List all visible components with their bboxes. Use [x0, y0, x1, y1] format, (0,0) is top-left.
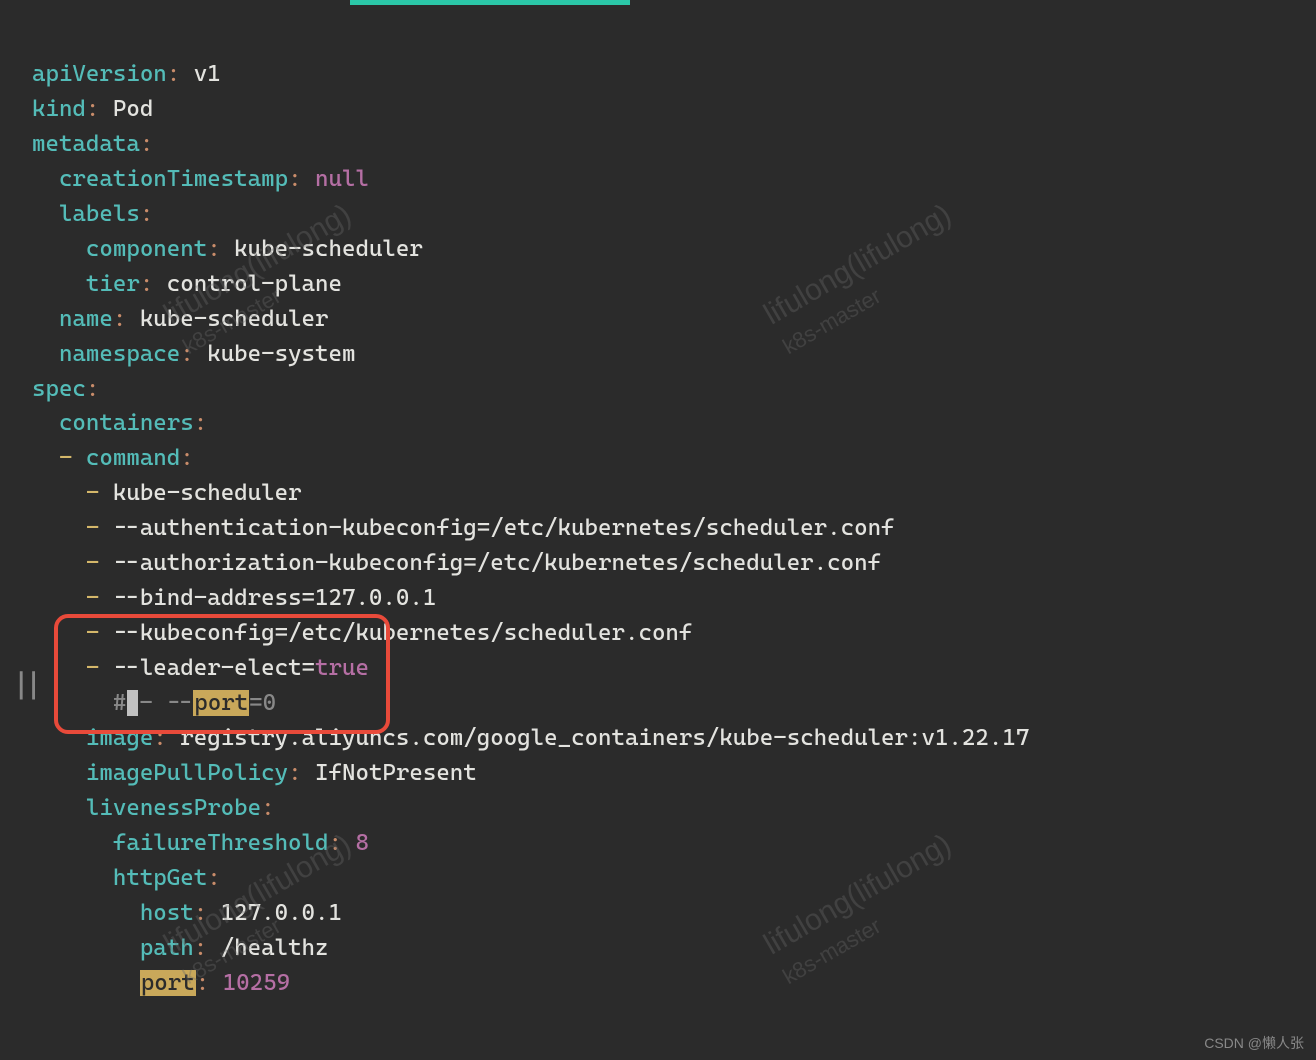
yaml-key: metadata: [32, 131, 140, 157]
search-highlight: port: [140, 970, 196, 996]
code-editor[interactable]: apiVersion: v1 kind: Pod metadata: creat…: [32, 22, 1029, 1001]
yaml-key: apiVersion: [32, 61, 167, 87]
yaml-value: --bind-address=127.0.0.1: [113, 585, 436, 611]
yaml-key: component: [86, 236, 207, 262]
yaml-value: kube-scheduler: [234, 236, 423, 262]
yaml-key: httpGet: [113, 865, 207, 891]
yaml-key: creationTimestamp: [59, 166, 288, 192]
yaml-value: --leader-elect=: [113, 655, 315, 681]
yaml-dash: -: [59, 445, 72, 471]
yaml-key: tier: [86, 271, 140, 297]
yaml-key: namespace: [59, 341, 180, 367]
yaml-key: kind: [32, 96, 86, 122]
yaml-value: --kubeconfig=/etc/kubernetes/scheduler.c…: [113, 620, 693, 646]
yaml-number: 10259: [223, 970, 290, 996]
yaml-value: kube-scheduler: [140, 306, 329, 332]
attribution-text: CSDN @懒人张: [1204, 1033, 1304, 1054]
yaml-value: 127.0.0.1: [221, 900, 342, 926]
yaml-key: path: [140, 935, 194, 961]
yaml-bool: true: [315, 655, 369, 681]
yaml-value: control-plane: [167, 271, 342, 297]
yaml-value: --authentication-kubeconfig=/etc/kuberne…: [113, 515, 895, 541]
yaml-key: spec: [32, 376, 86, 402]
yaml-value: registry.aliyuncs.com/google_containers/…: [180, 725, 1029, 751]
yaml-value: Pod: [113, 96, 153, 122]
yaml-key: host: [140, 900, 194, 926]
yaml-key: containers: [59, 410, 194, 436]
yaml-key: livenessProbe: [86, 795, 261, 821]
yaml-dash: -: [86, 620, 99, 646]
yaml-key: failureThreshold: [113, 830, 329, 856]
yaml-key: command: [86, 445, 180, 471]
yaml-key: labels: [59, 201, 140, 227]
yaml-key: name: [59, 306, 113, 332]
yaml-dash: -: [86, 550, 99, 576]
yaml-value: kube-system: [207, 341, 355, 367]
yaml-value: kube-scheduler: [113, 480, 302, 506]
yaml-value: --authorization-kubeconfig=/etc/kubernet…: [113, 550, 881, 576]
yaml-value: IfNotPresent: [315, 760, 477, 786]
yaml-number: 8: [355, 830, 368, 856]
yaml-comment: #: [113, 690, 126, 716]
search-highlight: port: [193, 690, 249, 716]
yaml-key: image: [86, 725, 153, 751]
yaml-dash: -: [86, 515, 99, 541]
yaml-null: null: [315, 166, 369, 192]
yaml-value: /healthz: [221, 935, 329, 961]
active-tab-indicator: [350, 0, 630, 5]
yaml-value: v1: [194, 61, 221, 87]
cursor: [127, 690, 138, 716]
yaml-key: imagePullPolicy: [86, 760, 288, 786]
yaml-dash: -: [86, 585, 99, 611]
yaml-dash: -: [86, 480, 99, 506]
yaml-dash: -: [86, 655, 99, 681]
